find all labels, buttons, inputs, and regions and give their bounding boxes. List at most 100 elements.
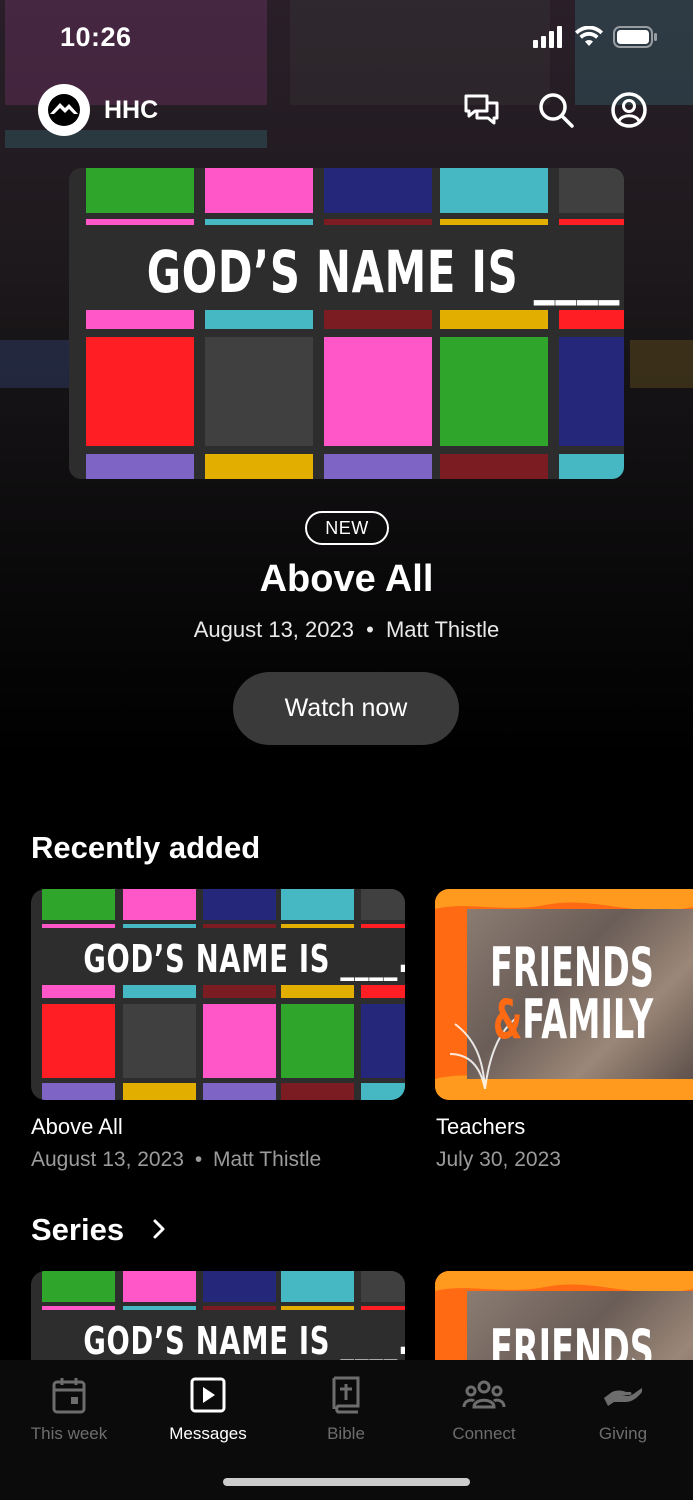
artwork-color-block <box>361 1271 405 1302</box>
artwork-color-block <box>203 1083 276 1100</box>
artwork-color-block <box>440 337 548 446</box>
brand-name: HHC <box>104 96 159 124</box>
artwork-color-block <box>86 219 194 225</box>
tab-label: Bible <box>327 1424 365 1443</box>
hero-meta: August 13, 2023 • Matt Thistle <box>0 617 693 643</box>
artwork-color-block <box>42 1004 115 1078</box>
giving-hand-icon <box>563 1372 683 1418</box>
wifi-icon <box>575 25 603 53</box>
artwork-color-block <box>324 454 432 479</box>
teachers-card-artwork[interactable]: FRIENDS &FAMILY <box>435 889 693 1100</box>
tab-label: Giving <box>598 1424 648 1443</box>
artwork-color-block <box>123 1306 196 1310</box>
bible-icon <box>286 1372 406 1418</box>
artwork-color-block <box>203 1306 276 1310</box>
teachers-artwork-line2: FAMILY <box>522 988 654 1051</box>
tab-giving[interactable]: Giving <box>563 1372 683 1444</box>
people-icon <box>424 1372 544 1418</box>
recent-card-artwork-text: GOD’S NAME IS ____. <box>83 937 405 981</box>
recent-card-date: August 13, 2023 <box>31 1148 184 1171</box>
artwork-color-block <box>440 454 548 479</box>
artwork-color-block <box>205 454 313 479</box>
artwork-color-block <box>361 1083 405 1100</box>
recent-card-artwork[interactable]: GOD’S NAME IS ____. <box>31 889 405 1100</box>
artwork-color-block <box>205 219 313 225</box>
series-heading-link[interactable]: Series <box>31 1212 166 1248</box>
recent-card-speaker: Matt Thistle <box>213 1148 322 1171</box>
artwork-color-block <box>281 924 354 928</box>
tab-this-week[interactable]: This week <box>9 1372 129 1444</box>
watch-now-button[interactable]: Watch now <box>233 672 459 745</box>
artwork-color-block <box>42 889 115 920</box>
artwork-color-block <box>361 1004 405 1078</box>
play-square-icon <box>148 1372 268 1418</box>
artwork-color-block <box>42 1306 115 1310</box>
artwork-color-block <box>559 219 624 225</box>
series-card-artwork-text: GOD’S NAME IS ____. <box>83 1319 405 1363</box>
artwork-color-block <box>203 1271 276 1302</box>
meta-separator: • <box>194 1148 203 1171</box>
artwork-color-block <box>205 310 313 329</box>
artwork-color-block <box>42 1271 115 1302</box>
teachers-card-date: July 30, 2023 <box>436 1148 561 1171</box>
artwork-color-block <box>559 337 624 446</box>
hero-speaker: Matt Thistle <box>385 617 500 642</box>
hero-artwork-text: GOD’S NAME IS ____. <box>146 238 624 306</box>
tab-connect[interactable]: Connect <box>424 1372 544 1444</box>
artwork-color-block <box>123 889 196 920</box>
artwork-color-block <box>86 337 194 446</box>
artwork-color-block <box>123 924 196 928</box>
top-bar: HHC <box>0 80 693 140</box>
artwork-color-block <box>324 310 432 329</box>
status-bar: 10:26 <box>0 0 693 76</box>
artwork-color-block <box>559 168 624 213</box>
artwork-color-block <box>42 985 115 998</box>
artwork-color-block <box>281 1271 354 1302</box>
tab-label: Messages <box>169 1424 247 1443</box>
search-icon[interactable] <box>536 90 576 130</box>
new-badge: NEW <box>305 511 389 545</box>
artwork-color-block <box>281 985 354 998</box>
tab-label: This week <box>30 1424 108 1443</box>
church-logo[interactable] <box>38 84 90 136</box>
home-indicator <box>223 1478 470 1486</box>
artwork-color-block <box>123 1083 196 1100</box>
hero-date: August 13, 2023 <box>193 617 354 642</box>
artwork-color-block <box>86 310 194 329</box>
chat-icon[interactable] <box>462 90 502 130</box>
artwork-color-block <box>203 889 276 920</box>
artwork-color-block <box>281 1306 354 1310</box>
recent-card-title[interactable]: Above All <box>31 1114 123 1140</box>
artwork-color-block <box>559 310 624 329</box>
artwork-color-block <box>324 168 432 213</box>
status-time: 10:26 <box>60 22 132 52</box>
artwork-color-block <box>203 1004 276 1078</box>
profile-icon[interactable] <box>609 90 649 130</box>
artwork-color-block <box>324 337 432 446</box>
artwork-color-block <box>361 889 405 920</box>
artwork-color-block <box>123 985 196 998</box>
teachers-card-title[interactable]: Teachers <box>436 1114 525 1140</box>
artwork-color-block <box>361 1306 405 1310</box>
artwork-color-block <box>86 168 194 213</box>
artwork-color-block <box>203 924 276 928</box>
meta-separator: • <box>366 617 374 642</box>
battery-icon <box>613 26 657 53</box>
calendar-icon <box>9 1372 129 1418</box>
artwork-color-block <box>361 985 405 998</box>
tab-messages[interactable]: Messages <box>148 1372 268 1444</box>
recent-card-meta: August 13, 2023 • Matt Thistle <box>31 1148 321 1172</box>
artwork-color-block <box>281 889 354 920</box>
artwork-color-block <box>205 168 313 213</box>
artwork-color-block <box>42 1083 115 1100</box>
series-heading: Series <box>31 1212 125 1247</box>
artwork-color-block <box>86 454 194 479</box>
chevron-right-icon <box>152 1212 166 1248</box>
hero-title: Above All <box>259 558 434 600</box>
teachers-artwork-line1: FRIENDS <box>490 936 654 999</box>
recently-added-heading: Recently added <box>31 830 261 865</box>
tab-bible[interactable]: Bible <box>286 1372 406 1444</box>
artwork-color-block <box>440 168 548 213</box>
hero-artwork[interactable]: GOD’S NAME IS ____. <box>69 168 624 479</box>
artwork-color-block <box>205 337 313 446</box>
